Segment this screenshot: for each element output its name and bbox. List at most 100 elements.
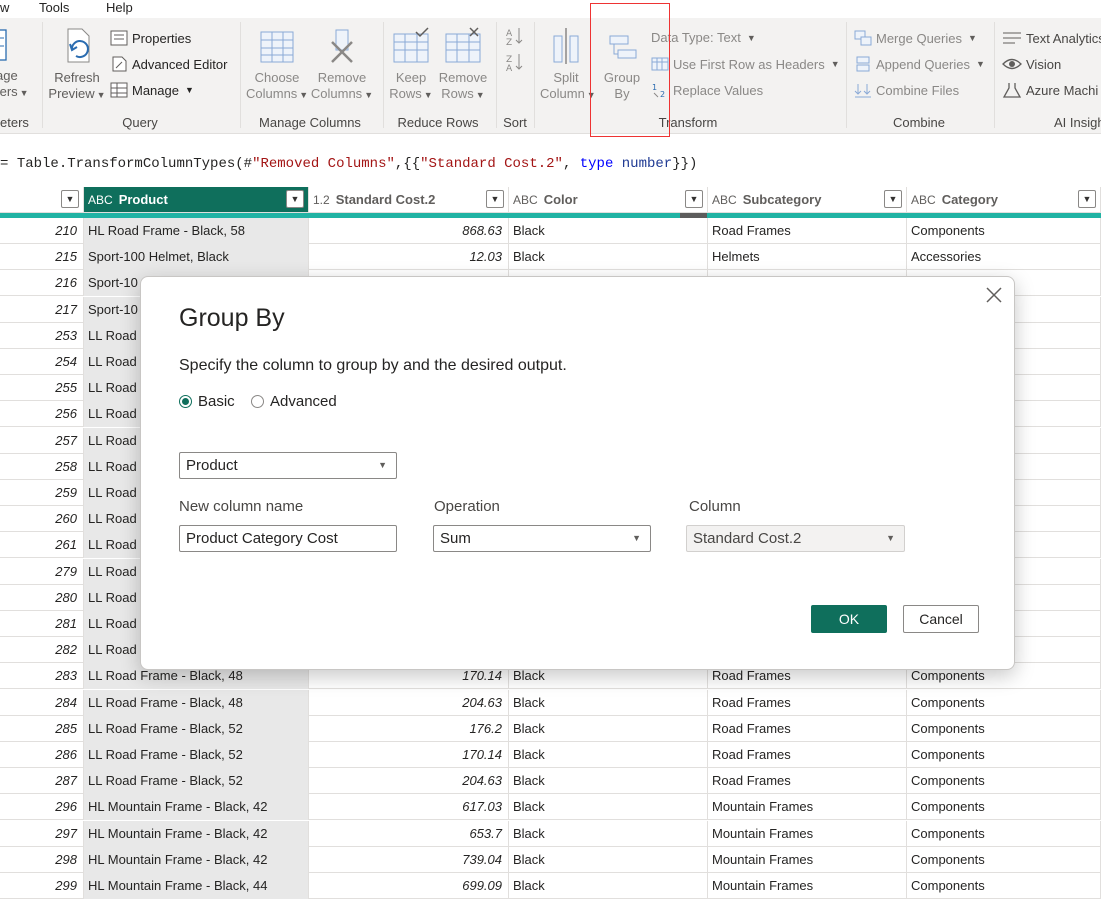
cancel-button[interactable]: Cancel [903, 605, 979, 633]
row-index-cell[interactable]: 299 [0, 873, 84, 899]
ok-button[interactable]: OK [811, 605, 887, 633]
standard-cost-cell[interactable]: 204.63 [309, 768, 509, 795]
radio-basic[interactable]: Basic [179, 393, 235, 410]
color-cell[interactable]: Black [509, 768, 708, 795]
row-index-cell[interactable]: 285 [0, 715, 84, 742]
advanced-editor-button[interactable]: Advanced Editor [110, 56, 227, 72]
color-cell[interactable]: Black [509, 715, 708, 742]
color-cell[interactable]: Black [509, 873, 708, 899]
subcategory-cell[interactable]: Road Frames [708, 218, 907, 244]
row-index-cell[interactable]: 261 [0, 532, 84, 559]
close-icon[interactable] [984, 285, 1004, 305]
product-cell[interactable]: HL Mountain Frame - Black, 42 [84, 846, 309, 873]
subcategory-cell[interactable]: Road Frames [708, 715, 907, 742]
row-index-cell[interactable]: 286 [0, 742, 84, 768]
replace-values-button[interactable]: 12 Replace Values [651, 82, 763, 99]
subcategory-cell[interactable]: Helmets [708, 244, 907, 271]
row-index-cell[interactable]: 284 [0, 689, 84, 716]
remove-columns-button[interactable]: Remove Columns ▼ [310, 26, 374, 103]
color-cell[interactable]: Black [509, 846, 708, 873]
row-index-cell[interactable]: 254 [0, 349, 84, 375]
properties-button[interactable]: Properties [110, 30, 191, 46]
column-header-category[interactable]: ABC Category ▼ [907, 187, 1101, 213]
standard-cost-cell[interactable]: 170.14 [309, 742, 509, 768]
product-cell[interactable]: LL Road Frame - Black, 52 [84, 742, 309, 768]
category-cell[interactable]: Accessories [907, 244, 1101, 271]
row-index-cell[interactable]: 215 [0, 244, 84, 271]
radio-advanced[interactable]: Advanced [251, 393, 337, 410]
row-index-cell[interactable]: 259 [0, 480, 84, 506]
subcategory-cell[interactable]: Mountain Frames [708, 873, 907, 899]
standard-cost-cell[interactable]: 868.63 [309, 218, 509, 244]
standard-cost-cell[interactable]: 176.2 [309, 715, 509, 742]
color-cell[interactable]: Black [509, 244, 708, 271]
row-index-cell[interactable]: 256 [0, 401, 84, 428]
new-column-name-input[interactable]: Product Category Cost [179, 525, 397, 552]
category-cell[interactable]: Components [907, 742, 1101, 768]
refresh-preview-button[interactable]: Refresh Preview ▼ [48, 26, 106, 103]
product-cell[interactable]: Sport-100 Helmet, Black [84, 244, 309, 271]
radio-button-selected[interactable] [179, 395, 192, 408]
product-cell[interactable]: LL Road Frame - Black, 48 [84, 689, 309, 716]
category-cell[interactable]: Components [907, 873, 1101, 899]
standard-cost-cell[interactable]: 739.04 [309, 846, 509, 873]
text-analytics-button[interactable]: Text Analytics [1002, 30, 1101, 46]
standard-cost-cell[interactable]: 699.09 [309, 873, 509, 899]
radio-button[interactable] [251, 395, 264, 408]
menu-help[interactable]: Help [106, 0, 133, 15]
subcategory-cell[interactable]: Road Frames [708, 742, 907, 768]
column-header-product[interactable]: ABC Product ▼ [84, 187, 309, 213]
formula-bar[interactable]: = Table.TransformColumnTypes(#"Removed C… [0, 150, 1101, 178]
category-cell[interactable]: Components [907, 715, 1101, 742]
category-cell[interactable]: Components [907, 846, 1101, 873]
color-cell[interactable]: Black [509, 742, 708, 768]
row-index-cell[interactable]: 253 [0, 322, 84, 349]
remove-rows-button[interactable]: Remove Rows ▼ [438, 26, 488, 103]
row-index-cell[interactable]: 217 [0, 296, 84, 323]
group-by-button[interactable]: Group By [598, 26, 646, 102]
category-cell[interactable]: Components [907, 820, 1101, 847]
row-index-cell[interactable]: 298 [0, 846, 84, 873]
color-cell[interactable]: Black [509, 820, 708, 847]
row-index-cell[interactable]: 282 [0, 637, 84, 664]
color-cell[interactable]: Black [509, 689, 708, 716]
sort-descending-button[interactable]: ZA [504, 52, 524, 75]
subcategory-cell[interactable]: Mountain Frames [708, 820, 907, 847]
color-cell[interactable]: Black [509, 218, 708, 244]
aggregate-column-select[interactable]: Standard Cost.2 ▼ [686, 525, 905, 552]
manage-parameters-button[interactable]: age ters▼ [0, 26, 36, 101]
color-cell[interactable]: Black [509, 794, 708, 821]
row-index-cell[interactable]: 260 [0, 506, 84, 533]
product-cell[interactable]: HL Mountain Frame - Black, 42 [84, 820, 309, 847]
group-by-column-select[interactable]: Product ▼ [179, 452, 397, 479]
menu-view[interactable]: w [0, 0, 9, 15]
data-type-dropdown[interactable]: Data Type: Text ▼ [651, 30, 756, 45]
column-filter-dropdown[interactable]: ▼ [884, 190, 902, 208]
product-cell[interactable]: HL Mountain Frame - Black, 42 [84, 794, 309, 821]
standard-cost-cell[interactable]: 617.03 [309, 794, 509, 821]
keep-rows-button[interactable]: Keep Rows ▼ [388, 26, 434, 103]
column-header-color[interactable]: ABC Color ▼ [509, 187, 708, 213]
column-header-subcategory[interactable]: ABC Subcategory ▼ [708, 187, 907, 213]
subcategory-cell[interactable]: Mountain Frames [708, 846, 907, 873]
operation-select[interactable]: Sum ▼ [433, 525, 651, 552]
row-index-cell[interactable]: 287 [0, 768, 84, 795]
column-header-standard-cost[interactable]: 1.2 Standard Cost.2 ▼ [309, 187, 509, 213]
product-cell[interactable]: LL Road Frame - Black, 52 [84, 715, 309, 742]
column-filter-dropdown[interactable]: ▼ [486, 190, 504, 208]
standard-cost-cell[interactable]: 204.63 [309, 689, 509, 716]
category-cell[interactable]: Components [907, 218, 1101, 244]
row-index-cell[interactable]: 255 [0, 375, 84, 402]
split-column-button[interactable]: Split Column ▼ [540, 26, 596, 103]
subcategory-cell[interactable]: Road Frames [708, 768, 907, 795]
row-index-cell[interactable]: 258 [0, 453, 84, 480]
menu-tools[interactable]: Tools [39, 0, 69, 15]
row-index-cell[interactable]: 297 [0, 820, 84, 847]
append-queries-button[interactable]: Append Queries ▼ [854, 56, 985, 72]
standard-cost-cell[interactable]: 12.03 [309, 244, 509, 271]
vision-button[interactable]: Vision [1002, 56, 1061, 72]
merge-queries-button[interactable]: Merge Queries ▼ [854, 30, 977, 46]
column-header-index[interactable]: ▼ [0, 187, 84, 213]
column-filter-dropdown[interactable]: ▼ [61, 190, 79, 208]
row-index-cell[interactable]: 279 [0, 558, 84, 585]
